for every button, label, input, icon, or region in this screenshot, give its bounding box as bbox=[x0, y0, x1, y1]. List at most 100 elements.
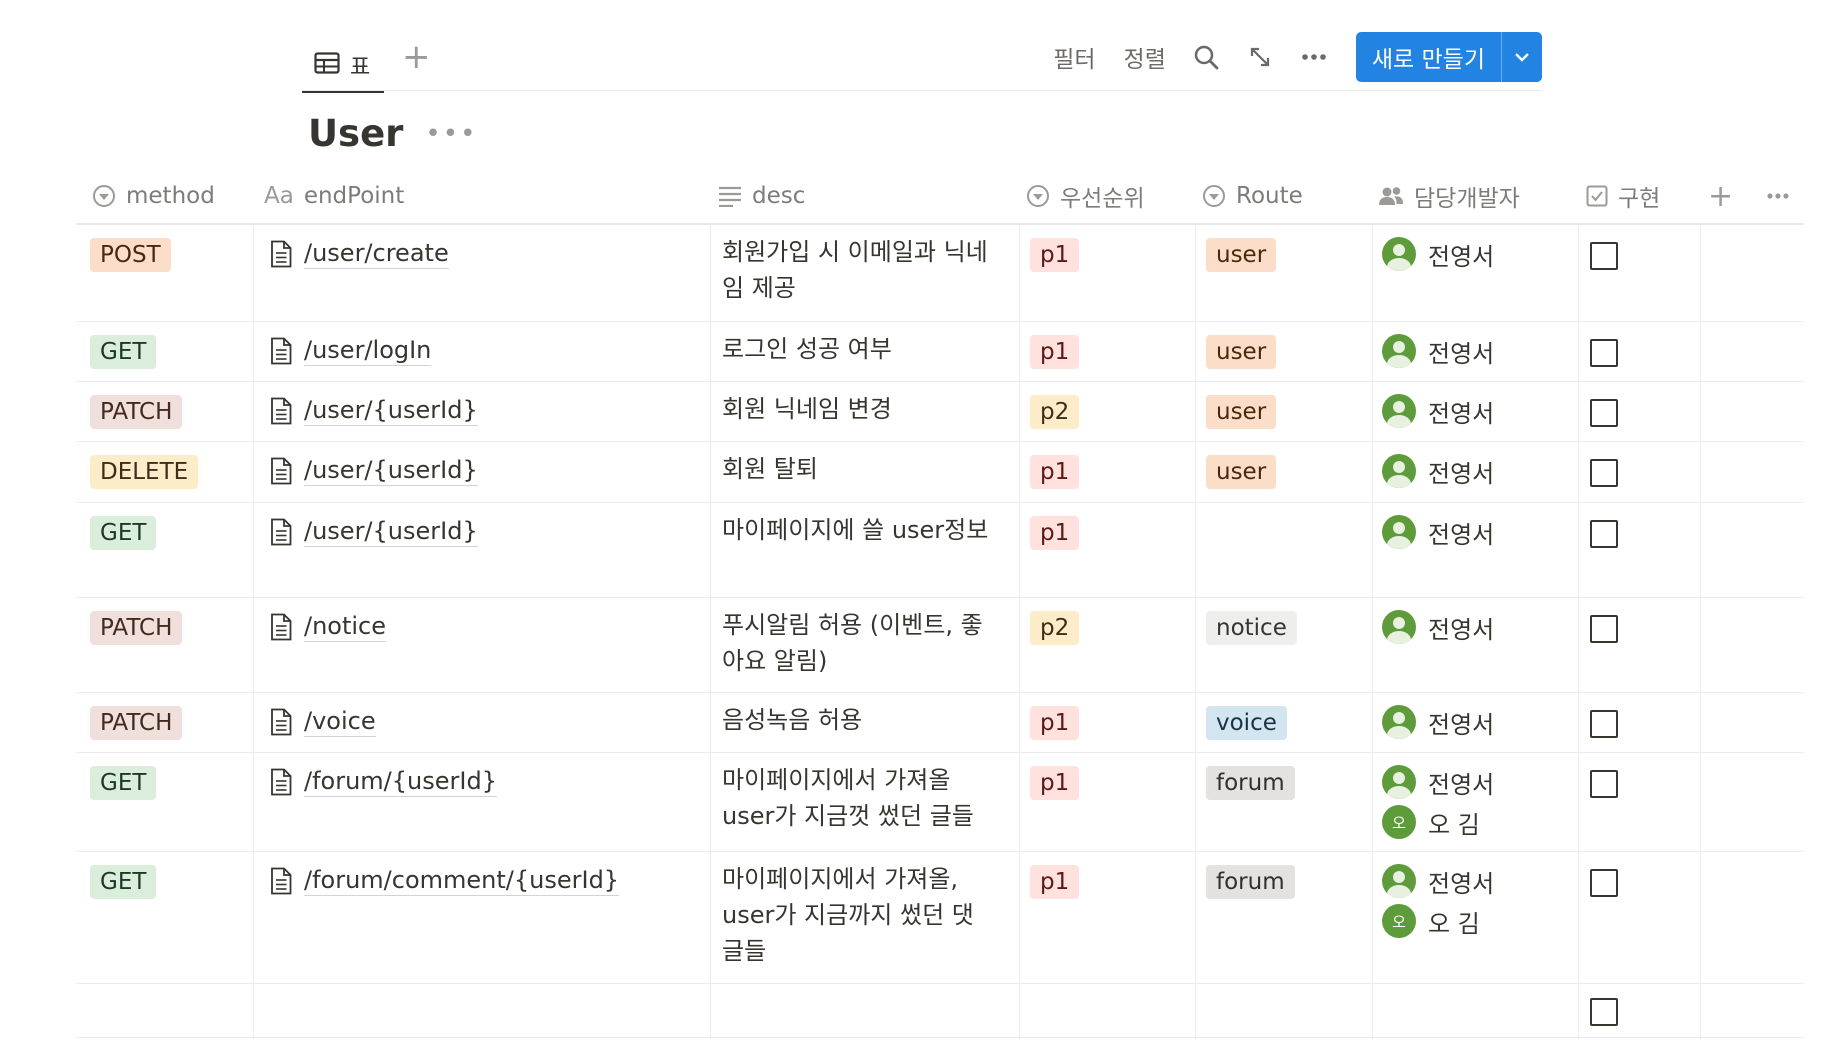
endpoint-cell[interactable]: /notice bbox=[270, 611, 387, 642]
endpoint-cell[interactable]: /forum/{userId} bbox=[270, 766, 497, 797]
route-cell[interactable]: user bbox=[1206, 395, 1277, 429]
text-property-icon bbox=[719, 186, 741, 207]
route-cell[interactable]: voice bbox=[1206, 706, 1287, 740]
implemented-checkbox[interactable] bbox=[1590, 242, 1618, 270]
endpoint-link[interactable]: /forum/{userId} bbox=[304, 766, 497, 797]
endpoint-link[interactable]: /user/logIn bbox=[304, 335, 432, 366]
tab-table-view[interactable]: 표 bbox=[302, 40, 385, 93]
desc-cell[interactable]: 회원 닉네임 변경 bbox=[722, 391, 992, 427]
priority-cell[interactable]: p1 bbox=[1030, 766, 1080, 800]
desc-cell[interactable]: 푸시알림 허용 (이벤트, 좋아요 알림) bbox=[722, 607, 992, 679]
method-cell[interactable]: PATCH bbox=[90, 611, 183, 645]
column-header-priority[interactable]: 우선순위 bbox=[1026, 168, 1145, 224]
endpoint-cell[interactable]: /user/create bbox=[270, 238, 449, 269]
priority-cell[interactable]: p1 bbox=[1030, 455, 1080, 489]
endpoint-cell[interactable]: /voice bbox=[270, 706, 376, 737]
route-cell[interactable]: forum bbox=[1206, 766, 1295, 800]
method-cell[interactable]: PATCH bbox=[90, 395, 183, 429]
page-title[interactable]: User bbox=[308, 112, 403, 155]
route-cell[interactable]: user bbox=[1206, 335, 1277, 369]
method-cell[interactable]: GET bbox=[90, 516, 157, 550]
column-header-method[interactable]: method bbox=[92, 168, 215, 224]
column-label: method bbox=[126, 183, 215, 209]
route-cell[interactable]: user bbox=[1206, 455, 1277, 489]
column-header-endpoint[interactable]: Aa endPoint bbox=[264, 168, 404, 224]
implemented-checkbox[interactable] bbox=[1590, 770, 1618, 798]
priority-tag: p1 bbox=[1030, 238, 1080, 272]
row-divider bbox=[76, 1037, 1804, 1038]
implemented-checkbox[interactable] bbox=[1590, 459, 1618, 487]
endpoint-cell[interactable]: /user/logIn bbox=[270, 335, 432, 366]
desc-cell[interactable]: 로그인 성공 여부 bbox=[722, 331, 992, 367]
endpoint-cell[interactable]: /user/{userId} bbox=[270, 395, 478, 426]
add-column-plus-icon[interactable]: + bbox=[1708, 168, 1733, 224]
column-more-icon[interactable] bbox=[1766, 168, 1790, 224]
more-options-icon[interactable] bbox=[1300, 43, 1328, 71]
endpoint-link[interactable]: /notice bbox=[304, 611, 387, 642]
developer-cell[interactable]: 전영서 bbox=[1382, 234, 1494, 274]
desc-cell[interactable]: 마이페이지에서 가져올, user가 지금까지 썼던 댓글들 bbox=[722, 861, 992, 969]
developer-cell[interactable]: 전영서 오 오 김 bbox=[1382, 861, 1494, 941]
endpoint-cell[interactable]: /user/{userId} bbox=[270, 516, 478, 547]
implemented-checkbox[interactable] bbox=[1590, 339, 1618, 367]
column-header-developer[interactable]: 담당개발자 bbox=[1378, 168, 1520, 224]
endpoint-link[interactable]: /voice bbox=[304, 706, 376, 737]
filter-button[interactable]: 필터 bbox=[1053, 40, 1095, 74]
priority-cell[interactable]: p1 bbox=[1030, 516, 1080, 550]
endpoint-link[interactable]: /user/create bbox=[304, 238, 449, 269]
priority-cell[interactable]: p2 bbox=[1030, 611, 1080, 645]
desc-cell[interactable]: 마이페이지에 쓸 user정보 bbox=[722, 512, 992, 548]
endpoint-link[interactable]: /forum/comment/{userId} bbox=[304, 865, 620, 896]
add-view-plus-icon[interactable]: + bbox=[402, 40, 431, 74]
desc-cell[interactable]: 회원가입 시 이메일과 닉네임 제공 bbox=[722, 234, 992, 306]
implemented-checkbox[interactable] bbox=[1590, 615, 1618, 643]
developer-cell[interactable]: 전영서 오 오 김 bbox=[1382, 762, 1494, 842]
page-icon bbox=[270, 708, 292, 736]
desc-cell[interactable]: 마이페이지에서 가져올 user가 지금껏 썼던 글들 bbox=[722, 762, 992, 834]
column-divider bbox=[1195, 224, 1196, 1039]
checkbox-box bbox=[1590, 770, 1618, 798]
developer-cell[interactable]: 전영서 bbox=[1382, 451, 1494, 491]
priority-cell[interactable]: p1 bbox=[1030, 335, 1080, 369]
route-cell[interactable]: forum bbox=[1206, 865, 1295, 899]
desc-cell[interactable]: 음성녹음 허용 bbox=[722, 702, 992, 738]
method-cell[interactable]: GET bbox=[90, 766, 157, 800]
implemented-checkbox[interactable] bbox=[1590, 710, 1618, 738]
developer-cell[interactable]: 전영서 bbox=[1382, 391, 1494, 431]
method-cell[interactable]: GET bbox=[90, 865, 157, 899]
endpoint-link[interactable]: /user/{userId} bbox=[304, 455, 478, 486]
endpoint-link[interactable]: /user/{userId} bbox=[304, 395, 478, 426]
developer-cell[interactable]: 전영서 bbox=[1382, 702, 1494, 742]
expand-icon[interactable] bbox=[1246, 43, 1274, 71]
new-button[interactable]: 새로 만들기 bbox=[1355, 32, 1542, 82]
search-icon[interactable] bbox=[1192, 43, 1220, 71]
route-cell[interactable]: notice bbox=[1206, 611, 1297, 645]
implemented-checkbox[interactable] bbox=[1590, 399, 1618, 427]
implemented-checkbox[interactable] bbox=[1590, 869, 1618, 897]
route-cell[interactable]: user bbox=[1206, 238, 1277, 272]
endpoint-link[interactable]: /user/{userId} bbox=[304, 516, 478, 547]
priority-cell[interactable]: p1 bbox=[1030, 706, 1080, 740]
developer-cell[interactable]: 전영서 bbox=[1382, 512, 1494, 552]
implemented-checkbox[interactable] bbox=[1590, 520, 1618, 548]
new-button-label[interactable]: 새로 만들기 bbox=[1356, 32, 1501, 82]
column-header-implemented[interactable]: 구현 bbox=[1586, 168, 1660, 224]
method-cell[interactable]: PATCH bbox=[90, 706, 183, 740]
priority-cell[interactable]: p1 bbox=[1030, 865, 1080, 899]
developer-cell[interactable]: 전영서 bbox=[1382, 607, 1494, 647]
endpoint-cell[interactable]: /user/{userId} bbox=[270, 455, 478, 486]
title-more-icon[interactable]: ••• bbox=[425, 119, 477, 149]
column-header-desc[interactable]: desc bbox=[718, 168, 805, 224]
chevron-down-icon[interactable] bbox=[1501, 32, 1542, 82]
endpoint-cell[interactable]: /forum/comment/{userId} bbox=[270, 865, 620, 896]
method-cell[interactable]: GET bbox=[90, 335, 157, 369]
column-header-route[interactable]: Route bbox=[1202, 168, 1303, 224]
method-cell[interactable]: DELETE bbox=[90, 455, 199, 489]
desc-cell[interactable]: 회원 탈퇴 bbox=[722, 451, 992, 487]
method-cell[interactable]: POST bbox=[90, 238, 171, 272]
priority-cell[interactable]: p2 bbox=[1030, 395, 1080, 429]
priority-cell[interactable]: p1 bbox=[1030, 238, 1080, 272]
developer-cell[interactable]: 전영서 bbox=[1382, 331, 1494, 371]
sort-button[interactable]: 정렬 bbox=[1124, 40, 1166, 74]
empty-row-checkbox[interactable] bbox=[1590, 998, 1618, 1026]
